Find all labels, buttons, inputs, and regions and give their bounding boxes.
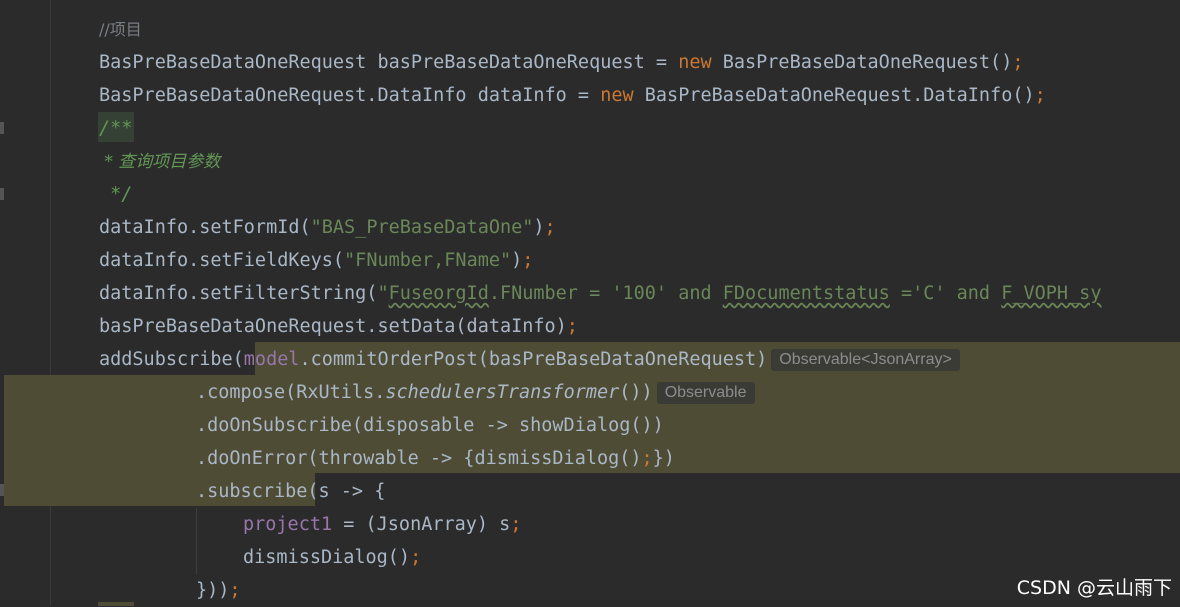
- paren: ()): [619, 382, 653, 403]
- type-hint: Observable: [656, 382, 755, 404]
- variable: basPreBaseDataOneRequest =: [366, 52, 679, 73]
- doc-comment-close: */: [99, 184, 133, 205]
- code-line-16[interactable]: project1 = (JsonArray) s;: [243, 508, 521, 541]
- string-literal: "FNumber,FName": [344, 250, 512, 271]
- method-call: .compose(RxUtils.: [196, 382, 386, 403]
- code-line-13[interactable]: .doOnSubscribe(disposable -> showDialog(…: [196, 409, 664, 442]
- method-call: .commitOrderPost(basPreBaseDataOneReques…: [299, 349, 768, 370]
- method-call: .doOnSubscribe(disposable -> showDialog(…: [196, 415, 664, 436]
- semicolon: ;: [641, 448, 653, 469]
- semicolon: ;: [1034, 85, 1046, 106]
- indent-guide: [196, 508, 197, 574]
- code-line-1[interactable]: //项目: [99, 13, 142, 46]
- fold-marker[interactable]: [0, 122, 4, 134]
- paren: ): [533, 217, 545, 238]
- semicolon: ;: [1012, 52, 1024, 73]
- method-call: basPreBaseDataOneRequest.setData(dataInf…: [99, 316, 567, 337]
- string-literal: ='C' and: [889, 283, 1002, 304]
- string-literal: .FNumber = '100' and: [488, 283, 723, 304]
- code-line-4[interactable]: /**: [99, 112, 132, 145]
- code-line-11[interactable]: addSubscribe(model.commitOrderPost(basPr…: [99, 343, 960, 376]
- code-line-18[interactable]: }));: [196, 574, 241, 607]
- declaration: BasPreBaseDataOneRequest.DataInfo dataIn…: [99, 85, 601, 106]
- closing-brackets: })): [196, 580, 230, 601]
- paren: }): [652, 448, 675, 469]
- semicolon: ;: [522, 250, 534, 271]
- code-line-10[interactable]: basPreBaseDataOneRequest.setData(dataInf…: [99, 310, 578, 343]
- code-line-17[interactable]: dismissDialog();: [243, 541, 421, 574]
- code-line-12[interactable]: .compose(RxUtils.schedulersTransformer()…: [196, 376, 755, 409]
- semicolon: ;: [410, 547, 422, 568]
- semicolon: ;: [229, 580, 241, 601]
- semicolon: ;: [510, 514, 522, 535]
- semicolon: ;: [566, 316, 578, 337]
- field-reference: project1: [243, 514, 333, 535]
- method-call: .doOnError(throwable -> {dismissDialog(): [196, 448, 642, 469]
- method-call: dataInfo.setFieldKeys(: [99, 250, 345, 271]
- watermark: CSDN @云山雨下: [1016, 577, 1172, 599]
- comment: //项目: [99, 20, 142, 39]
- static-method: schedulersTransformer: [385, 382, 620, 403]
- code-line-8[interactable]: dataInfo.setFieldKeys("FNumber,FName");: [99, 244, 533, 277]
- method-call: dismissDialog(): [243, 547, 411, 568]
- string-literal: F_VOPH_sy: [1001, 283, 1102, 304]
- code-line-14[interactable]: .doOnError(throwable -> {dismissDialog()…: [196, 442, 675, 475]
- type-hint: Observable<JsonArray>: [771, 349, 960, 371]
- method-call: dataInfo.setFilterString(: [99, 283, 378, 304]
- fold-marker[interactable]: [0, 188, 4, 200]
- code-line-5[interactable]: * 查询项目参数: [99, 145, 220, 178]
- doc-comment-text: * 查询项目参数: [99, 152, 221, 172]
- semicolon: ;: [544, 217, 556, 238]
- field-reference: model: [243, 349, 300, 370]
- gutter-divider: [50, 0, 51, 606]
- string-literal: FDocumentstatus: [722, 283, 890, 304]
- method-call: addSubscribe(: [99, 349, 244, 370]
- code-line-9[interactable]: dataInfo.setFilterString("FuseorgId.FNum…: [99, 277, 1101, 310]
- doc-comment-open: /**: [99, 118, 133, 139]
- code-line-3[interactable]: BasPreBaseDataOneRequest.DataInfo dataIn…: [99, 79, 1046, 112]
- string-literal: "BAS_PreBaseDataOne": [310, 217, 534, 238]
- assignment: = (JsonArray) s: [332, 514, 511, 535]
- keyword-new: new: [600, 85, 634, 106]
- code-line-6[interactable]: */: [99, 178, 132, 211]
- constructor-call: BasPreBaseDataOneRequest.DataInfo(): [633, 85, 1035, 106]
- code-line-7[interactable]: dataInfo.setFormId("BAS_PreBaseDataOne")…: [99, 211, 556, 244]
- string-quote: ": [377, 283, 389, 304]
- method-call: dataInfo.setFormId(: [99, 217, 311, 238]
- type-name: BasPreBaseDataOneRequest: [99, 52, 367, 73]
- code-line-2[interactable]: BasPreBaseDataOneRequest basPreBaseDataO…: [99, 46, 1023, 79]
- code-line-15[interactable]: .subscribe(s -> {: [196, 475, 385, 508]
- method-call: .subscribe(s -> {: [196, 481, 386, 502]
- constructor-call: BasPreBaseDataOneRequest(): [711, 52, 1013, 73]
- paren: ): [511, 250, 523, 271]
- caret-marker: [98, 602, 134, 606]
- code-editor[interactable]: //项目 BasPreBaseDataOneRequest basPreBase…: [0, 0, 1180, 606]
- keyword-new: new: [678, 52, 712, 73]
- string-literal: FuseorgId: [388, 283, 489, 304]
